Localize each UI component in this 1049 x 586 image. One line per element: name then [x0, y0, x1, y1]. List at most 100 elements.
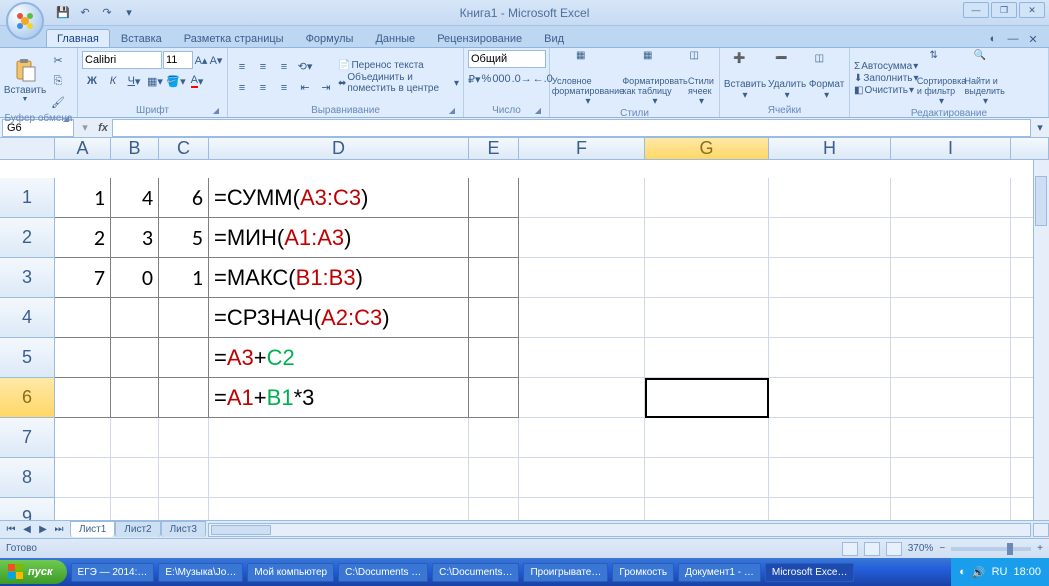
- cell[interactable]: [519, 418, 645, 458]
- orientation-icon[interactable]: ⟲▾: [295, 57, 315, 77]
- comma-icon[interactable]: 000: [492, 69, 510, 89]
- tray-icon[interactable]: 🔊: [972, 566, 986, 579]
- tray-icon[interactable]: ◐: [959, 566, 966, 578]
- restore-button[interactable]: ❐: [991, 2, 1017, 18]
- font-color-icon[interactable]: A▾: [187, 71, 207, 91]
- sheet-nav-first-icon[interactable]: ⏮: [4, 524, 18, 535]
- sheet-nav-prev-icon[interactable]: ◀: [20, 524, 34, 535]
- align-right-icon[interactable]: ≡: [274, 78, 294, 98]
- cell[interactable]: =СУММ(A3:C3): [209, 178, 469, 218]
- taskbar-item[interactable]: Громкость: [612, 563, 674, 582]
- cell[interactable]: [55, 418, 111, 458]
- tab-formulas[interactable]: Формулы: [295, 29, 365, 47]
- cell[interactable]: [469, 258, 519, 298]
- align-bottom-icon[interactable]: ≡: [274, 57, 294, 77]
- cell[interactable]: [645, 418, 769, 458]
- spreadsheet-grid[interactable]: ABCDEFGHI1146=СУММ(A3:C3)2235=МИН(A1:A3)…: [0, 138, 1049, 520]
- column-header[interactable]: B: [111, 138, 159, 160]
- clock[interactable]: 18:00: [1013, 566, 1041, 578]
- redo-icon[interactable]: ↷: [98, 4, 116, 22]
- font-size-input[interactable]: [163, 51, 193, 69]
- cell[interactable]: [769, 338, 891, 378]
- format-painter-icon[interactable]: 🖌: [48, 92, 68, 112]
- cell[interactable]: 5: [159, 218, 209, 258]
- cell[interactable]: [209, 498, 469, 520]
- dialog-launcher-icon[interactable]: ◢: [61, 114, 71, 124]
- tab-review[interactable]: Рецензирование: [426, 29, 533, 47]
- cell[interactable]: [645, 378, 769, 418]
- tab-data[interactable]: Данные: [364, 29, 426, 47]
- taskbar-item[interactable]: ЕГЭ — 2014:…: [71, 563, 155, 582]
- bold-button[interactable]: Ж: [82, 71, 102, 91]
- autosum-button[interactable]: ΣАвтосумма▾: [854, 61, 919, 72]
- cell[interactable]: [645, 498, 769, 520]
- cell[interactable]: [159, 458, 209, 498]
- row-header[interactable]: 5: [0, 338, 55, 378]
- cell[interactable]: [111, 458, 159, 498]
- font-name-input[interactable]: [82, 51, 162, 69]
- row-header[interactable]: 4: [0, 298, 55, 338]
- cell[interactable]: [769, 418, 891, 458]
- save-icon[interactable]: 💾: [54, 4, 72, 22]
- namebox-dropdown-icon[interactable]: ▾: [76, 121, 94, 134]
- decrease-indent-icon[interactable]: ⇤: [295, 78, 315, 98]
- cell[interactable]: [55, 458, 111, 498]
- cell[interactable]: 6: [159, 178, 209, 218]
- cell[interactable]: [891, 178, 1011, 218]
- fill-color-icon[interactable]: 🪣▾: [166, 71, 186, 91]
- tab-layout[interactable]: Разметка страницы: [173, 29, 295, 47]
- align-left-icon[interactable]: ≡: [232, 78, 252, 98]
- column-header[interactable]: A: [55, 138, 111, 160]
- cell[interactable]: 2: [55, 218, 111, 258]
- sheet-tab[interactable]: Лист2: [115, 521, 160, 537]
- taskbar-item[interactable]: Документ1 - …: [678, 563, 761, 582]
- column-header[interactable]: G: [645, 138, 769, 160]
- increase-decimal-icon[interactable]: .0→: [512, 69, 532, 89]
- align-top-icon[interactable]: ≡: [232, 57, 252, 77]
- cell[interactable]: [645, 218, 769, 258]
- cell[interactable]: =МИН(A1:A3): [209, 218, 469, 258]
- sheet-nav-next-icon[interactable]: ▶: [36, 524, 50, 535]
- sort-filter-button[interactable]: ⇅Сортировка и фильтр▾: [921, 50, 963, 107]
- column-header[interactable]: D: [209, 138, 469, 160]
- tab-view[interactable]: Вид: [533, 29, 575, 47]
- underline-button[interactable]: Ч▾: [124, 71, 144, 91]
- cell[interactable]: [469, 418, 519, 458]
- column-header[interactable]: H: [769, 138, 891, 160]
- find-select-button[interactable]: 🔍Найти и выделить▾: [965, 50, 1007, 107]
- zoom-level[interactable]: 370%: [908, 543, 934, 554]
- taskbar-item[interactable]: E:\Музыка\Jo…: [158, 563, 243, 582]
- paste-button[interactable]: Вставить ▼: [4, 59, 46, 103]
- cell[interactable]: =A3+C2: [209, 338, 469, 378]
- cell[interactable]: 1: [55, 178, 111, 218]
- cell[interactable]: [55, 498, 111, 520]
- row-header[interactable]: 8: [0, 458, 55, 498]
- page-layout-view-icon[interactable]: [864, 542, 880, 556]
- cut-icon[interactable]: ✂: [48, 50, 68, 70]
- cell[interactable]: [519, 178, 645, 218]
- office-button[interactable]: [6, 2, 44, 40]
- percent-icon[interactable]: %: [482, 69, 492, 89]
- cell[interactable]: [111, 298, 159, 338]
- cell[interactable]: [209, 458, 469, 498]
- dialog-launcher-icon[interactable]: ◢: [533, 106, 543, 116]
- cell[interactable]: 1: [159, 258, 209, 298]
- cell[interactable]: [891, 378, 1011, 418]
- cell[interactable]: =СРЗНАЧ(A2:C3): [209, 298, 469, 338]
- cell[interactable]: [469, 378, 519, 418]
- zoom-in-icon[interactable]: +: [1037, 543, 1043, 554]
- cell[interactable]: 3: [111, 218, 159, 258]
- cell[interactable]: [519, 458, 645, 498]
- cell[interactable]: [159, 378, 209, 418]
- start-button[interactable]: пуск: [0, 560, 67, 584]
- row-header[interactable]: 3: [0, 258, 55, 298]
- zoom-slider[interactable]: [951, 547, 1031, 551]
- cell[interactable]: [469, 298, 519, 338]
- cell[interactable]: [469, 338, 519, 378]
- column-header[interactable]: I: [891, 138, 1011, 160]
- cell[interactable]: [159, 298, 209, 338]
- cell[interactable]: [769, 458, 891, 498]
- insert-cells-button[interactable]: ➕Вставить▾: [724, 53, 766, 101]
- taskbar-item[interactable]: Мой компьютер: [247, 563, 334, 582]
- language-indicator[interactable]: RU: [992, 566, 1008, 578]
